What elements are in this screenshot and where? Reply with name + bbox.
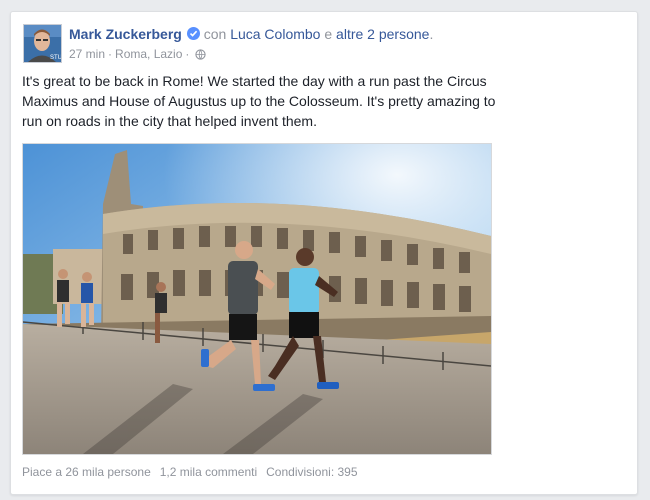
- post-photo[interactable]: [22, 143, 492, 455]
- likes-count[interactable]: Piace a 26 mila persone: [22, 465, 151, 479]
- post-timestamp[interactable]: 27 min: [69, 47, 105, 61]
- meta-separator: ·: [108, 47, 113, 61]
- shares-count[interactable]: Condivisioni: 395: [266, 465, 357, 479]
- post-text: It's great to be back in Rome! We starte…: [22, 73, 496, 129]
- comments-count[interactable]: 1,2 mila commenti: [160, 465, 257, 479]
- and-label: e: [324, 26, 333, 42]
- post-meta: 27 min · Roma, Lazio ·: [69, 47, 207, 61]
- post-location[interactable]: Roma, Lazio: [115, 47, 182, 61]
- profile-avatar[interactable]: STU: [23, 24, 62, 63]
- author-name[interactable]: Mark Zuckerberg: [69, 26, 182, 42]
- globe-icon[interactable]: [195, 49, 207, 60]
- post-card: STU Mark Zuckerberg con Luca Colombo e a…: [10, 11, 638, 495]
- with-label: con: [203, 26, 227, 42]
- meta-separator-2: ·: [185, 47, 190, 61]
- others-link[interactable]: altre 2 persone: [336, 26, 429, 42]
- header-period: .: [429, 26, 434, 42]
- svg-text:STU: STU: [50, 55, 62, 61]
- tagged-friend-link[interactable]: Luca Colombo: [230, 26, 320, 42]
- post-header: Mark Zuckerberg con Luca Colombo e altre…: [69, 26, 433, 46]
- post-footer: Piace a 26 mila persone 1,2 mila commenti…: [22, 465, 367, 479]
- verified-badge-icon: [186, 27, 200, 40]
